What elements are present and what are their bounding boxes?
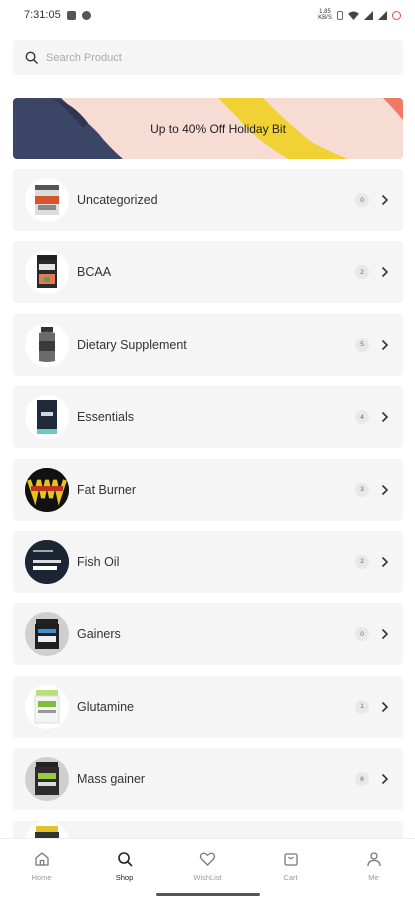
user-icon	[366, 852, 381, 867]
signal-icon	[364, 10, 373, 20]
chevron-right-icon	[381, 484, 389, 495]
search-icon	[117, 852, 132, 867]
category-name: Fat Burner	[77, 482, 137, 497]
category-name: Mass gainer	[77, 772, 146, 787]
chevron-right-icon	[381, 339, 389, 350]
nav-cart-label: Cart	[283, 873, 298, 882]
category-count: 0	[355, 627, 369, 642]
category-row-bcaa[interactable]: BCAA 2	[13, 241, 403, 304]
protein-tub-icon	[25, 178, 69, 222]
search-bar[interactable]	[13, 40, 403, 75]
cart-icon	[283, 853, 298, 866]
gainer-tub-icon	[25, 612, 69, 657]
gallery-icon	[66, 10, 76, 20]
category-count: 5	[355, 337, 369, 352]
nav-home-label: Home	[31, 873, 52, 882]
category-count: 2	[355, 554, 369, 569]
wifi-icon	[348, 10, 359, 20]
essentials-box-icon	[25, 395, 69, 440]
search-input[interactable]	[46, 51, 346, 64]
supplement-jar-icon	[25, 322, 69, 367]
nav-wishlist[interactable]: WishList	[166, 839, 249, 900]
bottom-nav: Home Shop WishList Cart Me	[0, 838, 415, 900]
category-row-uncategorized[interactable]: Uncategorized 0	[13, 169, 403, 231]
category-count: 6	[355, 772, 369, 787]
category-name: Dietary Supplement	[77, 337, 187, 352]
network-speed: 1.85 KB/S	[318, 9, 332, 21]
category-row-fat-burner[interactable]: Fat Burner 3	[13, 458, 403, 521]
category-name: Gainers	[77, 627, 121, 642]
battery-saver-icon	[392, 10, 401, 20]
heart-icon	[199, 852, 216, 866]
category-count: 4	[355, 410, 369, 425]
category-row-essentials[interactable]: Essentials 4	[13, 386, 403, 449]
category-count: 0	[355, 193, 369, 207]
category-name: Fish Oil	[77, 554, 120, 569]
category-name: Uncategorized	[77, 193, 158, 207]
chevron-right-icon	[381, 194, 389, 206]
search-icon	[25, 51, 38, 64]
category-row-fish-oil[interactable]: Fish Oil 2	[13, 530, 403, 593]
mass-gainer-tub-icon	[25, 757, 69, 802]
chevron-right-icon	[381, 701, 389, 712]
signal-2-icon	[378, 10, 387, 20]
banner-text: Up to 40% Off Holiday Bit	[150, 121, 286, 136]
category-count: 1	[355, 699, 369, 714]
category-row-mass-gainer[interactable]: Mass gainer 6	[13, 748, 403, 811]
status-bar: 7:31:05 1.85 KB/S	[0, 0, 415, 30]
vibrate-icon	[337, 10, 343, 20]
category-row-gainers[interactable]: Gainers 0	[13, 603, 403, 666]
category-count: 3	[355, 482, 369, 497]
category-count: 2	[355, 265, 369, 280]
nav-shop-label: Shop	[115, 873, 134, 882]
nav-shop[interactable]: Shop	[83, 839, 166, 900]
category-row-glutamine[interactable]: Glutamine 1	[13, 675, 403, 738]
nav-me-label: Me	[368, 873, 379, 882]
glutamine-tub-icon	[25, 684, 69, 729]
home-icon	[34, 852, 49, 866]
chevron-right-icon	[381, 412, 389, 423]
promo-banner[interactable]: Up to 40% Off Holiday Bit	[13, 98, 403, 159]
nav-home[interactable]: Home	[0, 839, 83, 900]
status-time: 7:31:05	[24, 9, 61, 21]
chevron-right-icon	[381, 556, 389, 568]
category-list: Uncategorized 0 BCAA 2 Dietary Supplemen…	[13, 169, 403, 893]
status-left: 7:31:05	[24, 9, 91, 21]
fish-oil-pack-icon	[25, 539, 69, 584]
fat-burner-pack-icon	[25, 467, 69, 512]
home-indicator[interactable]	[156, 893, 260, 896]
category-name: BCAA	[77, 265, 112, 280]
chevron-right-icon	[381, 629, 389, 640]
bcaa-tub-icon	[25, 250, 69, 295]
nav-cart[interactable]: Cart	[249, 839, 332, 900]
chevron-right-icon	[381, 267, 389, 278]
chevron-right-icon	[381, 774, 389, 785]
nav-wishlist-label: WishList	[193, 873, 222, 882]
status-right: 1.85 KB/S	[318, 9, 401, 21]
category-row-dietary-supplement[interactable]: Dietary Supplement 5	[13, 313, 403, 376]
category-name: Glutamine	[77, 699, 134, 714]
nav-me[interactable]: Me	[332, 839, 415, 900]
category-name: Essentials	[77, 410, 134, 425]
whatsapp-icon	[81, 10, 91, 20]
